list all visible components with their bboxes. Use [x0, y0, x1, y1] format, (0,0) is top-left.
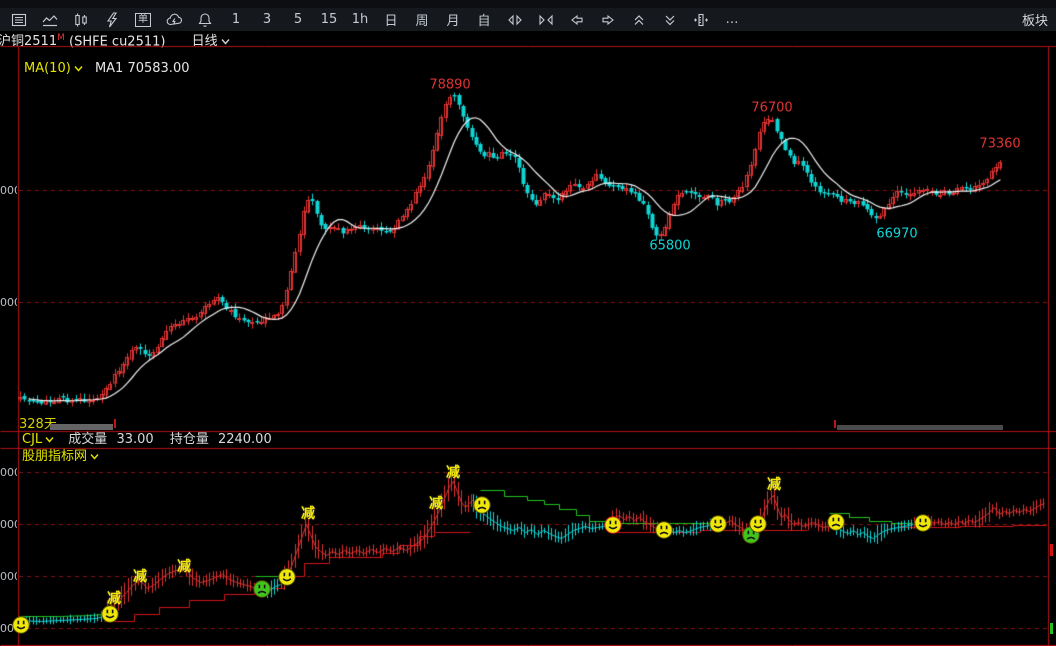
volume-label: 成交量: [68, 432, 107, 447]
cjl-indicator-bar: CJL 成交量 33.00 持仓量 2240.00: [22, 433, 272, 447]
scrollbar-cursor-tick: [834, 420, 836, 428]
scrollbar-cursor-tick: [114, 419, 116, 428]
chevron-down-icon: [74, 61, 83, 76]
chevron-down-icon: [45, 433, 54, 447]
cjl-dropdown[interactable]: CJL: [22, 432, 54, 447]
open-interest-label: 持仓量: [170, 432, 209, 447]
ma-legend: MA(10) MA1 70583.00: [24, 61, 189, 76]
trading-app-window: 单 1 3 5 15 1h 日 周 月 自: [0, 0, 1056, 646]
ma-group-dropdown[interactable]: MA(10): [24, 61, 83, 76]
price-chart-canvas[interactable]: [0, 0, 1056, 646]
chart-scrollbar-thumb[interactable]: [50, 424, 113, 430]
chart-scrollbar-segment[interactable]: [837, 425, 1003, 430]
chevron-down-icon: [90, 450, 99, 464]
open-interest-value: 2240.00: [218, 432, 272, 447]
indicator-title-dropdown[interactable]: 股朋指标网: [22, 450, 99, 464]
ma1-value: MA1 70583.00: [95, 61, 190, 76]
volume-value: 33.00: [116, 432, 153, 447]
